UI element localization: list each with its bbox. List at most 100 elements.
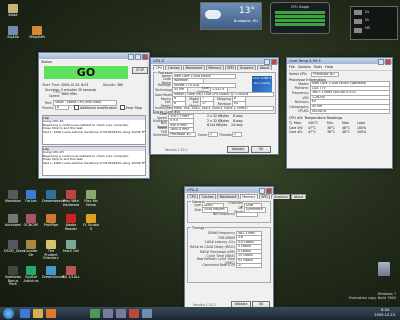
package-label: Package xyxy=(157,83,171,88)
col-max: Max. xyxy=(342,121,350,126)
status-go-panel: GO xyxy=(44,66,128,79)
minimize-icon[interactable] xyxy=(128,54,134,60)
desktop-icon[interactable]: Fast4 Cell xyxy=(62,240,80,254)
priority-label: Priority: xyxy=(42,105,55,110)
priority-select[interactable]: 8 xyxy=(55,104,69,111)
drive-icon xyxy=(354,10,362,15)
tab[interactable]: Graphics xyxy=(237,65,257,70)
tab[interactable]: Memory xyxy=(239,194,258,199)
taskbar-app-explorer-icon[interactable] xyxy=(33,309,43,318)
desktop-icon[interactable]: Adobe Reader xyxy=(62,214,80,231)
duration-value: 0 minutes 30 seconds xyxy=(61,87,97,92)
menu-item[interactable]: File xyxy=(289,65,295,69)
app-icon xyxy=(46,266,56,275)
desktop-icon[interactable]: Dreamweaver xyxy=(42,190,66,204)
desktop-icon-label: SiyAllo xyxy=(7,35,19,39)
desktop-icon[interactable]: Play With Hardware xyxy=(62,190,80,207)
tab[interactable]: Mainboard xyxy=(183,65,205,70)
timing-label: FSB:DRAM xyxy=(218,235,235,240)
validate-button[interactable]: Validate xyxy=(227,146,249,153)
tab[interactable]: CPU xyxy=(187,194,199,199)
desktop-icon[interactable]: OCNCHE xyxy=(22,214,40,228)
desktop-icon[interactable]: SpyBot Antivirus xyxy=(22,266,40,283)
menu-item[interactable]: Tools xyxy=(314,65,322,69)
tab[interactable]: Memory xyxy=(205,65,224,70)
rounds-value: 380 xyxy=(117,83,124,88)
coretemp-window: Core Temp 0.99.5 File Options Tools Help Se… xyxy=(286,57,393,169)
minimize-icon[interactable] xyxy=(378,59,384,65)
core1-label: Core #1: xyxy=(289,130,304,135)
timing-label: RAS# Precharge (tRP) xyxy=(200,249,235,254)
desktop-icon[interactable]: Autonomi xyxy=(4,214,22,228)
weather-city: Budapest, HU xyxy=(234,19,258,23)
stress-titlebar[interactable] xyxy=(39,53,149,60)
minimize-icon[interactable] xyxy=(259,188,265,194)
tab[interactable]: SPD xyxy=(224,65,237,70)
desktop-icon[interactable]: SiyAllo xyxy=(4,26,22,40)
processor-group: Processor Name Intel Core 2 Duo E8400 Cod… xyxy=(153,71,276,114)
timing-label: Command Rate (CR) xyxy=(202,263,235,268)
errstop-checkbox[interactable] xyxy=(119,105,125,111)
tjmax-label: Tj. Max: xyxy=(289,121,302,126)
taskbar-app-media-icon[interactable] xyxy=(46,309,56,318)
app-icon xyxy=(8,26,18,35)
desktop-icon-label: ProkPipe xyxy=(43,223,59,227)
desktop-icon[interactable]: Counter Str xyxy=(22,240,40,257)
taskbar-app-ie-icon[interactable] xyxy=(20,309,30,318)
menu-item[interactable]: Help xyxy=(325,65,333,69)
l2-value: 6144 KBytes xyxy=(207,123,228,128)
desktop-icon[interactable]: ProkPipe xyxy=(42,214,60,228)
recycle-bin-icon[interactable] xyxy=(378,262,390,276)
cpu-gadget-title: CPU Usage xyxy=(290,5,310,9)
desktop-icon-label: Kolsa xyxy=(8,13,18,17)
select-cpu-dropdown[interactable]: Processor #0 xyxy=(311,71,340,78)
tab[interactable]: Graphics xyxy=(271,194,291,199)
core0-label: Core #0: xyxy=(289,125,304,130)
test-label: Test: xyxy=(44,101,52,106)
desktop-icon[interactable]: RD 1/1ALL xyxy=(62,266,80,280)
desktop-icon[interactable]: DSOD_Glass xyxy=(4,240,25,254)
close-icon[interactable] xyxy=(266,188,272,194)
weather-temp: 13° xyxy=(239,6,255,16)
tab[interactable]: Caches xyxy=(165,65,183,70)
clock[interactable]: 8:04 2009.10.23. xyxy=(374,308,396,318)
addl-checkbox[interactable] xyxy=(74,105,79,111)
selection-select[interactable]: Processor #1 xyxy=(168,131,196,138)
close-icon[interactable] xyxy=(385,59,391,65)
timing-value: 2T xyxy=(236,262,262,269)
start-button[interactable] xyxy=(3,308,14,319)
cpu-gadget-bars xyxy=(275,11,325,26)
cpuz2-titlebar[interactable]: CPU-Z xyxy=(185,187,273,194)
close-icon[interactable] xyxy=(142,54,148,60)
taskbar-app-cpuz-icon[interactable] xyxy=(103,309,113,318)
desktop-icon-label: FL Studio 9 xyxy=(83,223,99,231)
desktop-icon[interactable]: The Prudent Directory xyxy=(42,240,60,261)
cpuz-titlebar[interactable]: CPU-Z xyxy=(151,58,278,65)
desktop-icon[interactable]: DreamSound xyxy=(42,266,64,280)
info-value: 0x10676 xyxy=(310,108,390,115)
tab[interactable]: About xyxy=(291,194,306,199)
desktop-icon[interactable]: Play Mo Home xyxy=(82,190,100,207)
stop-button[interactable]: STOP xyxy=(132,67,148,74)
tab[interactable]: CPU xyxy=(153,65,165,70)
desktop-icon[interactable]: Seablows Bonus Pack xyxy=(4,266,22,287)
desktop-icon[interactable]: Kolsa xyxy=(4,4,22,18)
desktop-icon[interactable]: Mikpaleft xyxy=(28,26,46,40)
tab[interactable]: Caches xyxy=(199,194,217,199)
desktop-icon[interactable]: FL Studio 9 xyxy=(82,214,100,231)
close-icon[interactable] xyxy=(271,59,277,65)
taskbar-app-coretemp-icon[interactable] xyxy=(129,309,139,318)
coretemp-titlebar[interactable]: Core Temp 0.99.5 xyxy=(287,58,392,65)
errstop-label: Error Stop xyxy=(125,105,142,110)
maximize-icon[interactable] xyxy=(135,54,141,60)
taskbar-app-cpuz2-icon[interactable] xyxy=(116,309,126,318)
taskbar-app-other-icon[interactable] xyxy=(142,309,152,318)
desktop-icon[interactable]: Mantatan xyxy=(4,190,22,204)
menu-item[interactable]: Options xyxy=(298,65,311,69)
tab[interactable]: Mainboard xyxy=(217,194,239,199)
desktop-icon[interactable]: ForLan xyxy=(22,190,40,204)
taskbar-app-prime-icon[interactable] xyxy=(90,309,100,318)
ok-button[interactable]: OK xyxy=(251,146,271,153)
minimize-icon[interactable] xyxy=(264,59,270,65)
drive-icon xyxy=(354,19,362,24)
